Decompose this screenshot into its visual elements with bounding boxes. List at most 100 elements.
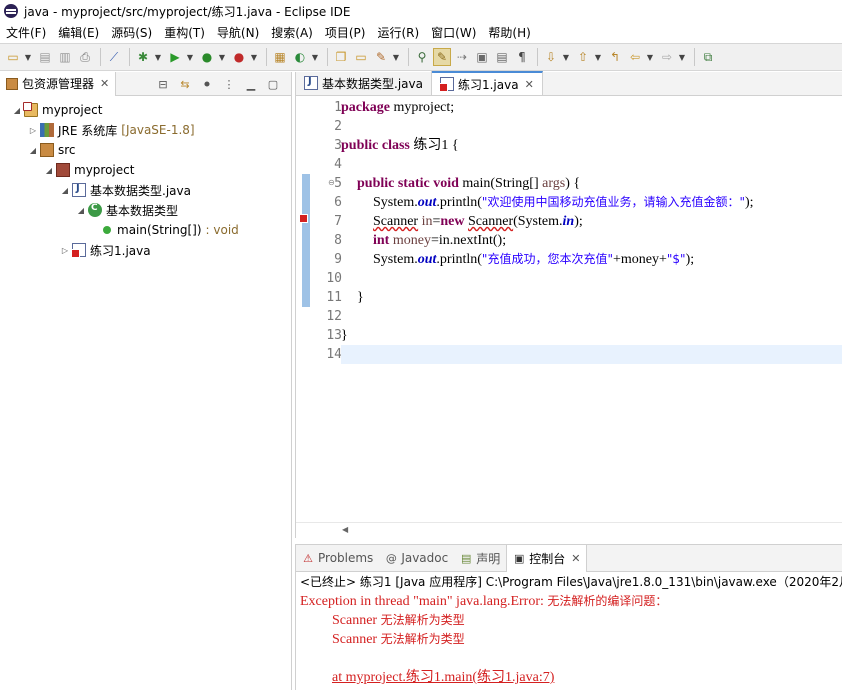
maximize-icon[interactable]: ▢: [265, 76, 281, 92]
tree-item-package[interactable]: ◢ myproject: [0, 160, 291, 180]
forward-dropdown-icon[interactable]: ▼: [678, 53, 686, 62]
code-line-5: public static void main(String[] args) {: [341, 174, 842, 193]
menu-project[interactable]: 项目(P): [325, 24, 366, 41]
error-marker-icon[interactable]: [299, 214, 308, 223]
tree-item-method[interactable]: main(String[]) : void: [0, 220, 291, 240]
expanded-icon[interactable]: ◢: [28, 146, 38, 155]
tab-file1[interactable]: 基本数据类型.java: [296, 71, 432, 95]
new-class-dropdown-icon[interactable]: ▼: [311, 53, 319, 62]
save-all-icon[interactable]: ▥: [56, 48, 74, 66]
next-annotation-icon[interactable]: ⇩: [542, 48, 560, 66]
collapsed-icon[interactable]: ▷: [60, 246, 70, 255]
close-icon[interactable]: ✕: [100, 77, 109, 90]
tree-item-file1[interactable]: ◢ 基本数据类型.java: [0, 180, 291, 200]
run-icon[interactable]: ▶: [166, 48, 184, 66]
run-dropdown-icon[interactable]: ▼: [186, 53, 194, 62]
error-type[interactable]: Scanner: [468, 214, 513, 229]
forward-icon[interactable]: ⇨: [658, 48, 676, 66]
show-whitespace-icon[interactable]: ¶: [513, 48, 531, 66]
menu-run[interactable]: 运行(R): [377, 24, 419, 41]
skip-breakpoints-icon[interactable]: ⟋: [105, 48, 123, 66]
back-icon[interactable]: ⇦: [626, 48, 644, 66]
console-text: 无法解析的编译问题：: [547, 594, 668, 608]
link-with-editor-icon[interactable]: ⇆: [177, 76, 193, 92]
collapsed-icon[interactable]: ▷: [28, 126, 38, 135]
tree-item-file2[interactable]: ▷ 练习1.java: [0, 240, 291, 260]
window-title: java - myproject/src/myproject/练习1.java …: [24, 4, 351, 19]
tree-item-project[interactable]: ◢ myproject: [0, 100, 291, 120]
tab-declaration[interactable]: ▤ 声明: [454, 545, 506, 572]
previous-annotation-dropdown-icon[interactable]: ▼: [594, 53, 602, 62]
view-menu-icon[interactable]: ⋮: [221, 76, 237, 92]
expanded-icon[interactable]: ◢: [60, 186, 70, 195]
open-perspective-icon[interactable]: ⧉: [699, 48, 717, 66]
search-icon[interactable]: ✎: [372, 48, 390, 66]
debug-icon[interactable]: ✱: [134, 48, 152, 66]
project-tree: ◢ myproject ▷ JRE 系统库 [JavaSE-1.8] ◢ src…: [0, 96, 291, 260]
tab-console[interactable]: ▣ 控制台 ✕: [506, 544, 588, 572]
filter-icon[interactable]: ⚫: [199, 76, 215, 92]
code-text[interactable]: package myproject; public class 练习1 { pu…: [341, 98, 842, 364]
console-panel: ⚠ Problems @ Javadoc ▤ 声明 ▣ 控制台 ✕ <已终止> …: [295, 544, 842, 690]
menu-file[interactable]: 文件(F): [6, 24, 46, 41]
coverage-dropdown-icon[interactable]: ▼: [218, 53, 226, 62]
expanded-icon[interactable]: ◢: [44, 166, 54, 175]
tree-item-jre[interactable]: ▷ JRE 系统库 [JavaSE-1.8]: [0, 120, 291, 140]
minimize-icon[interactable]: ▁: [243, 76, 259, 92]
previous-annotation-icon[interactable]: ⇧: [574, 48, 592, 66]
console-stack-link[interactable]: at myproject.练习1.main(练习1.java:7): [300, 668, 842, 687]
toggle-breadcrumb-icon[interactable]: ⚲: [413, 48, 431, 66]
new-java-class-icon[interactable]: ◐: [291, 48, 309, 66]
line-number: 13: [326, 328, 342, 343]
menu-refactor[interactable]: 重构(T): [164, 24, 205, 41]
close-icon[interactable]: ✕: [571, 552, 580, 565]
console-line: Exception in thread "main" java.lang.Err…: [300, 592, 842, 611]
word-wrap-icon[interactable]: ⇢: [453, 48, 471, 66]
external-tools-icon[interactable]: ●: [230, 48, 248, 66]
error-type[interactable]: Scanner: [373, 214, 418, 229]
tab-javadoc[interactable]: @ Javadoc: [379, 545, 454, 572]
next-annotation-dropdown-icon[interactable]: ▼: [562, 53, 570, 62]
menu-source[interactable]: 源码(S): [111, 24, 152, 41]
menu-navigate[interactable]: 导航(N): [217, 24, 259, 41]
mark-occurrences-icon[interactable]: ✎: [433, 48, 451, 66]
menu-edit[interactable]: 编辑(E): [58, 24, 99, 41]
new-java-package-icon[interactable]: ▦: [271, 48, 289, 66]
console-output[interactable]: Exception in thread "main" java.lang.Err…: [296, 592, 842, 687]
new-dropdown-icon[interactable]: ▼: [24, 53, 32, 62]
debug-dropdown-icon[interactable]: ▼: [154, 53, 162, 62]
annotation-ruler[interactable]: [296, 96, 310, 521]
show-source-icon[interactable]: ▤: [493, 48, 511, 66]
last-edit-location-icon[interactable]: ↰: [606, 48, 624, 66]
fold-collapse-icon[interactable]: ⊖: [328, 178, 335, 187]
tab-problems[interactable]: ⚠ Problems: [296, 545, 379, 572]
open-task-icon[interactable]: ▭: [352, 48, 370, 66]
horizontal-scrollbar[interactable]: ◀: [296, 522, 842, 538]
menu-search[interactable]: 搜索(A): [271, 24, 313, 41]
open-type-icon[interactable]: ❐: [332, 48, 350, 66]
coverage-icon[interactable]: ●: [198, 48, 216, 66]
new-icon[interactable]: ▭: [4, 48, 22, 66]
block-selection-icon[interactable]: ▣: [473, 48, 491, 66]
scroll-left-icon[interactable]: ◀: [342, 525, 348, 534]
java-file-error-icon: [71, 243, 86, 258]
expanded-icon[interactable]: ◢: [76, 206, 86, 215]
save-icon[interactable]: ▤: [36, 48, 54, 66]
external-tools-dropdown-icon[interactable]: ▼: [250, 53, 258, 62]
close-icon[interactable]: ✕: [525, 78, 534, 91]
tree-item-class[interactable]: ◢ 基本数据类型: [0, 200, 291, 220]
code-text-span: );: [685, 252, 695, 267]
collapse-all-icon[interactable]: ⊟: [155, 76, 171, 92]
tab-package-explorer[interactable]: 包资源管理器 ✕: [0, 71, 117, 96]
tab-file2[interactable]: 练习1.java ✕: [431, 71, 543, 95]
menu-window[interactable]: 窗口(W): [431, 24, 476, 41]
expanded-icon[interactable]: ◢: [12, 106, 22, 115]
back-dropdown-icon[interactable]: ▼: [646, 53, 654, 62]
search-dropdown-icon[interactable]: ▼: [392, 53, 400, 62]
line-number: 9: [334, 252, 342, 267]
menu-help[interactable]: 帮助(H): [488, 24, 530, 41]
print-icon[interactable]: ⎙: [76, 48, 94, 66]
tree-item-src[interactable]: ◢ src: [0, 140, 291, 160]
line-number: 3: [334, 138, 342, 153]
